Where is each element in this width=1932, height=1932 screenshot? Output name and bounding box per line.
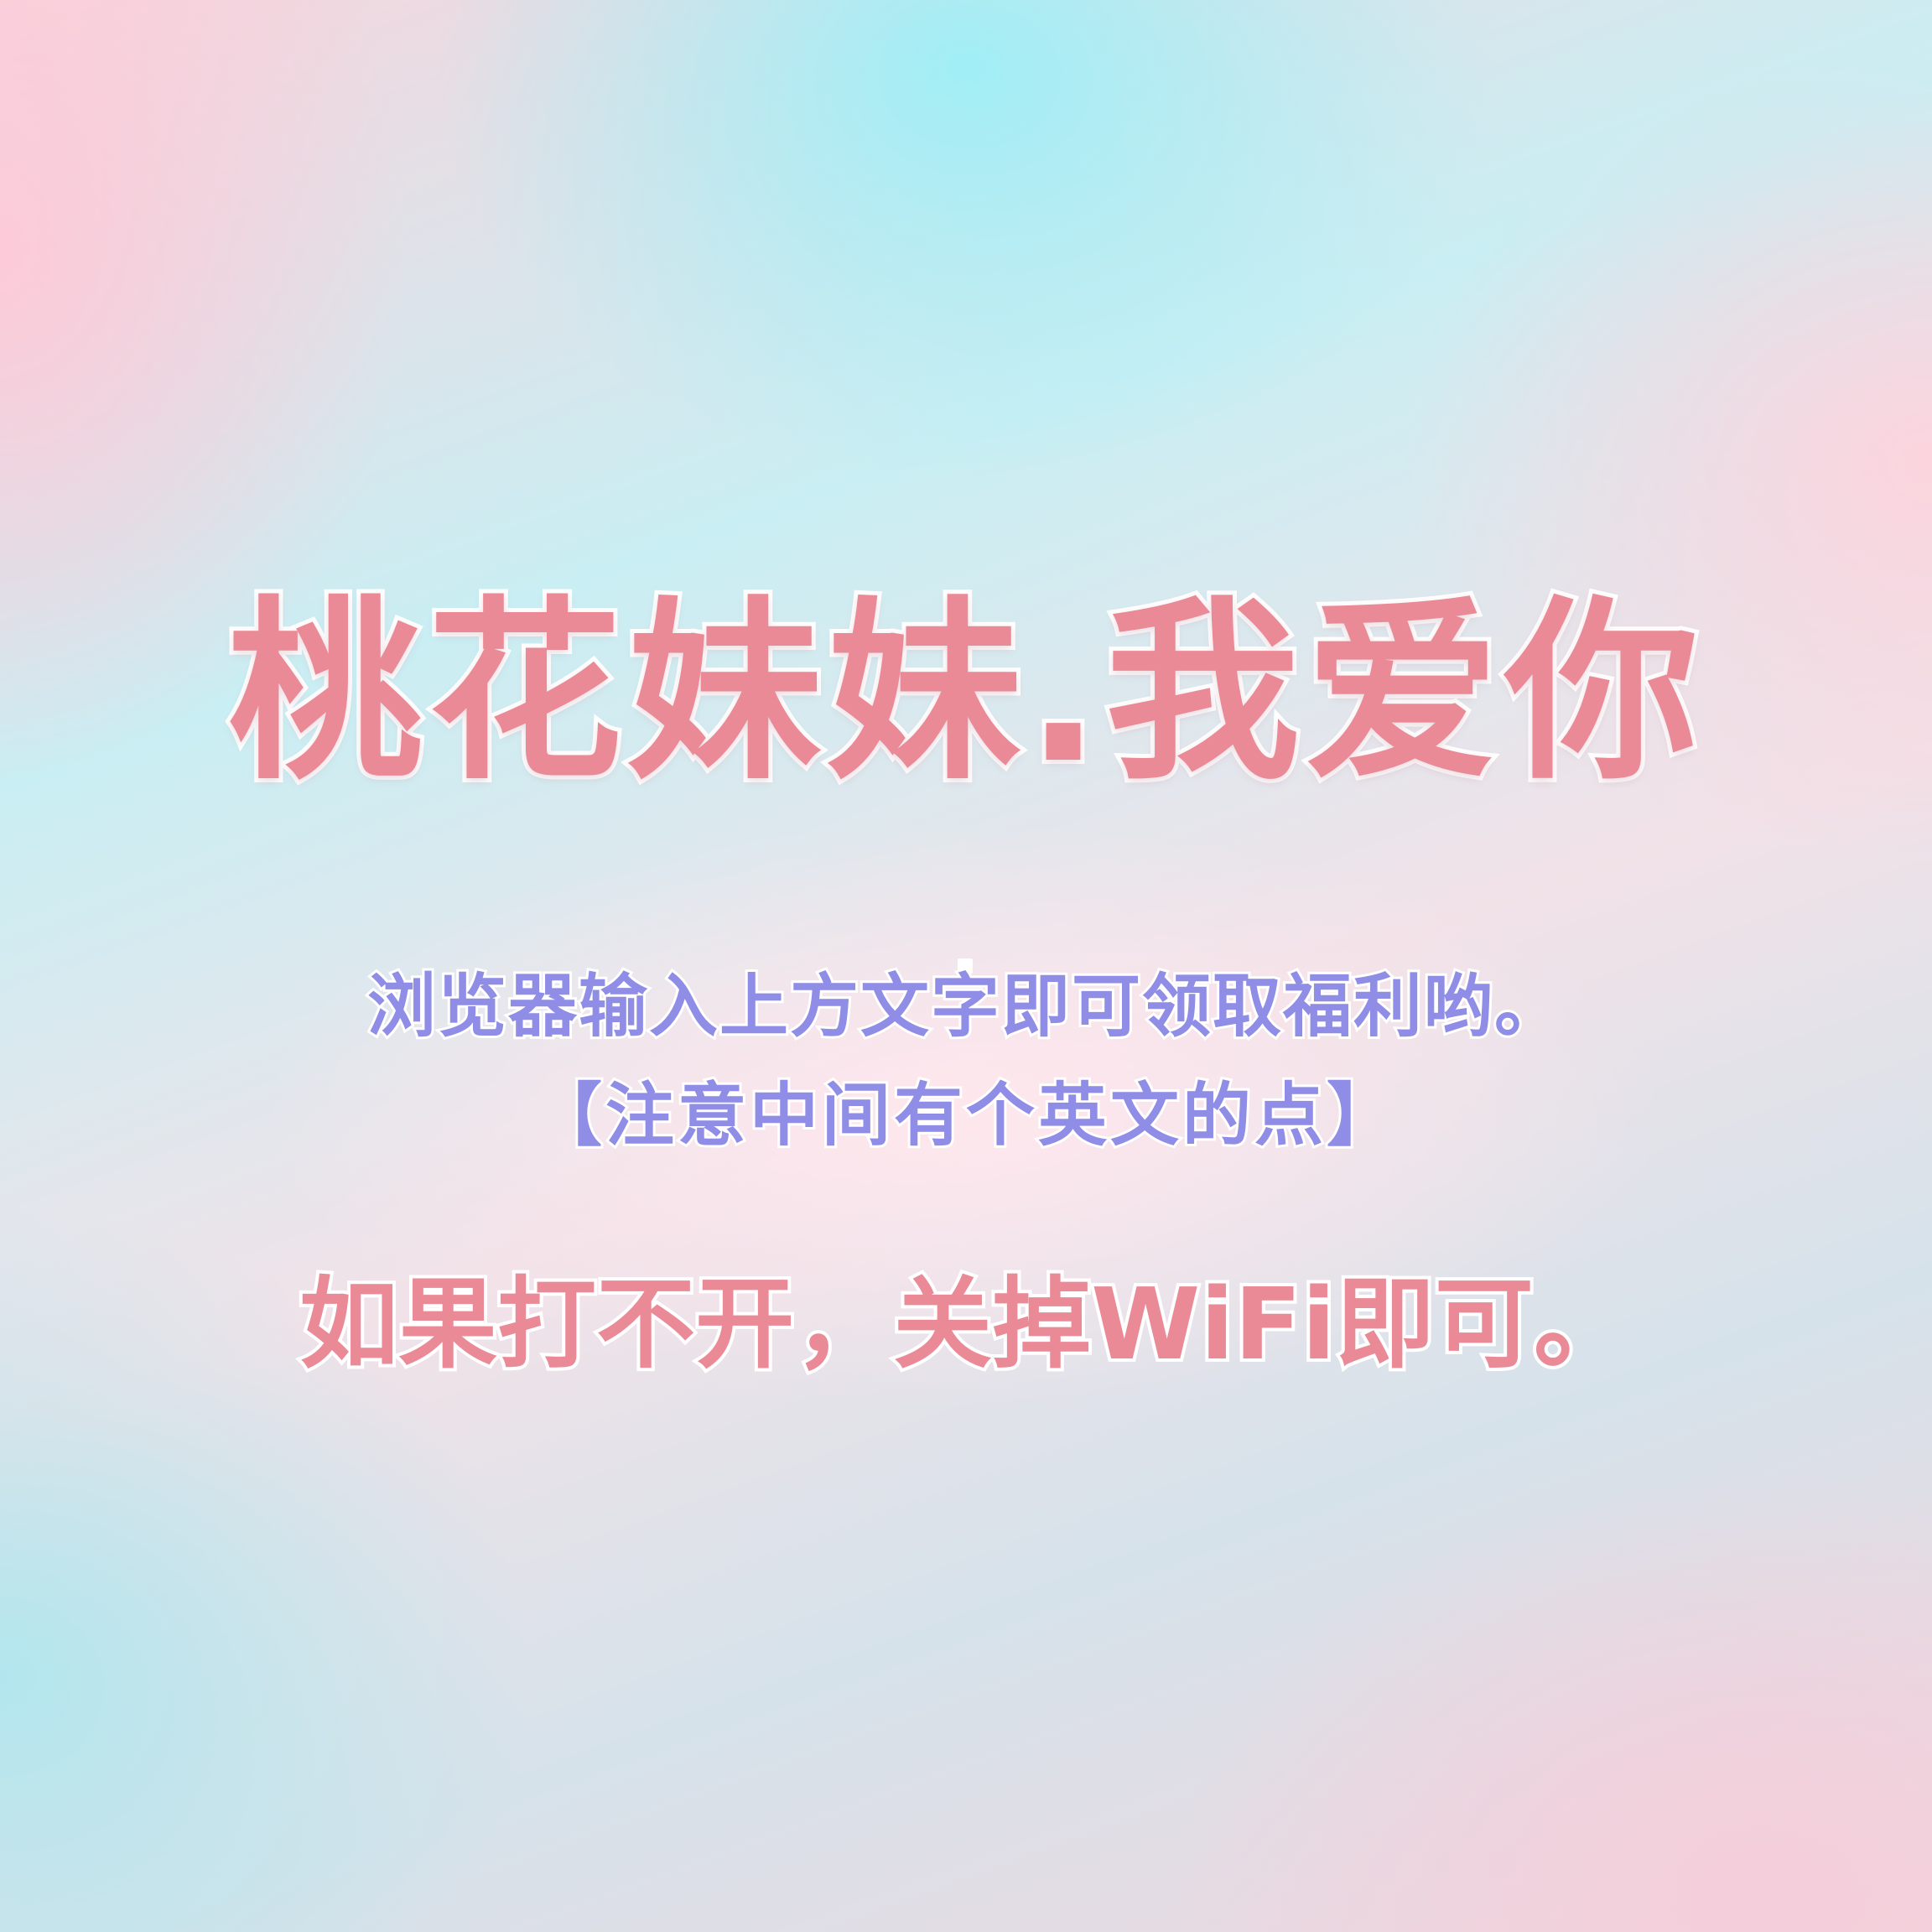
instruction-line-1: 浏览器输入上方文字即可领取福利哟。 [365,967,1566,1046]
wifi-tip: 如果打不开，关掉WiFi即可。 [296,1266,1636,1382]
main-headline: 桃花妹妹.我爱你 [224,579,1705,806]
instruction-line-2: 【注意中间有个英文的点】 [531,1076,1399,1156]
